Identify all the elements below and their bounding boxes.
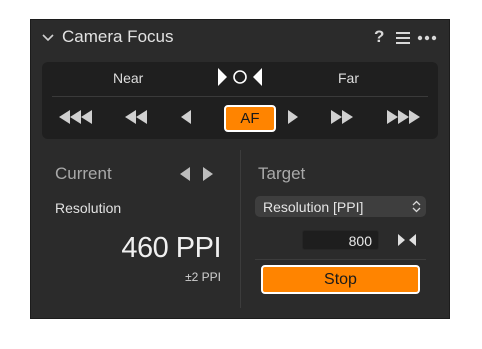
target-divider [255,259,426,260]
current-metric-label: Resolution [55,200,122,216]
stop-button[interactable]: Stop [261,265,420,294]
target-value-input[interactable] [302,230,379,250]
panel-title: Camera Focus [62,27,174,46]
panel-header: Camera Focus ? [31,20,449,56]
target-heading: Target [258,164,306,183]
near-step-small-button[interactable] [180,106,192,128]
target-select-value: Resolution [PPI] [263,199,364,215]
section-divider [240,150,241,308]
current-resolution-tolerance: ±2 PPI [185,270,221,284]
far-step-medium-button[interactable] [330,106,354,128]
up-down-chevron-icon [412,200,421,213]
focus-indicator-icon [218,68,262,86]
focus-divider [52,96,428,97]
hamburger-menu-icon[interactable] [395,31,411,45]
focus-control-box: Near Far AF [42,62,438,139]
far-step-small-button[interactable] [287,106,299,128]
target-metric-select[interactable]: Resolution [PPI] [255,196,426,217]
near-label: Near [113,70,144,86]
far-step-large-button[interactable] [386,106,420,128]
autofocus-button[interactable]: AF [224,105,276,132]
previous-arrow-icon[interactable] [179,167,191,181]
current-heading: Current [55,164,112,183]
far-label: Far [338,70,359,86]
near-step-large-button[interactable] [59,106,93,128]
set-target-icon[interactable] [397,234,417,246]
help-icon[interactable]: ? [374,27,384,47]
chevron-down-icon[interactable] [40,30,56,46]
ellipsis-icon[interactable] [417,35,437,41]
next-arrow-icon[interactable] [202,167,214,181]
current-resolution-value: 460 PPI [121,232,221,264]
near-step-medium-button[interactable] [125,106,149,128]
camera-focus-panel: Camera Focus ? Near Far AF Current Resol… [31,20,449,318]
